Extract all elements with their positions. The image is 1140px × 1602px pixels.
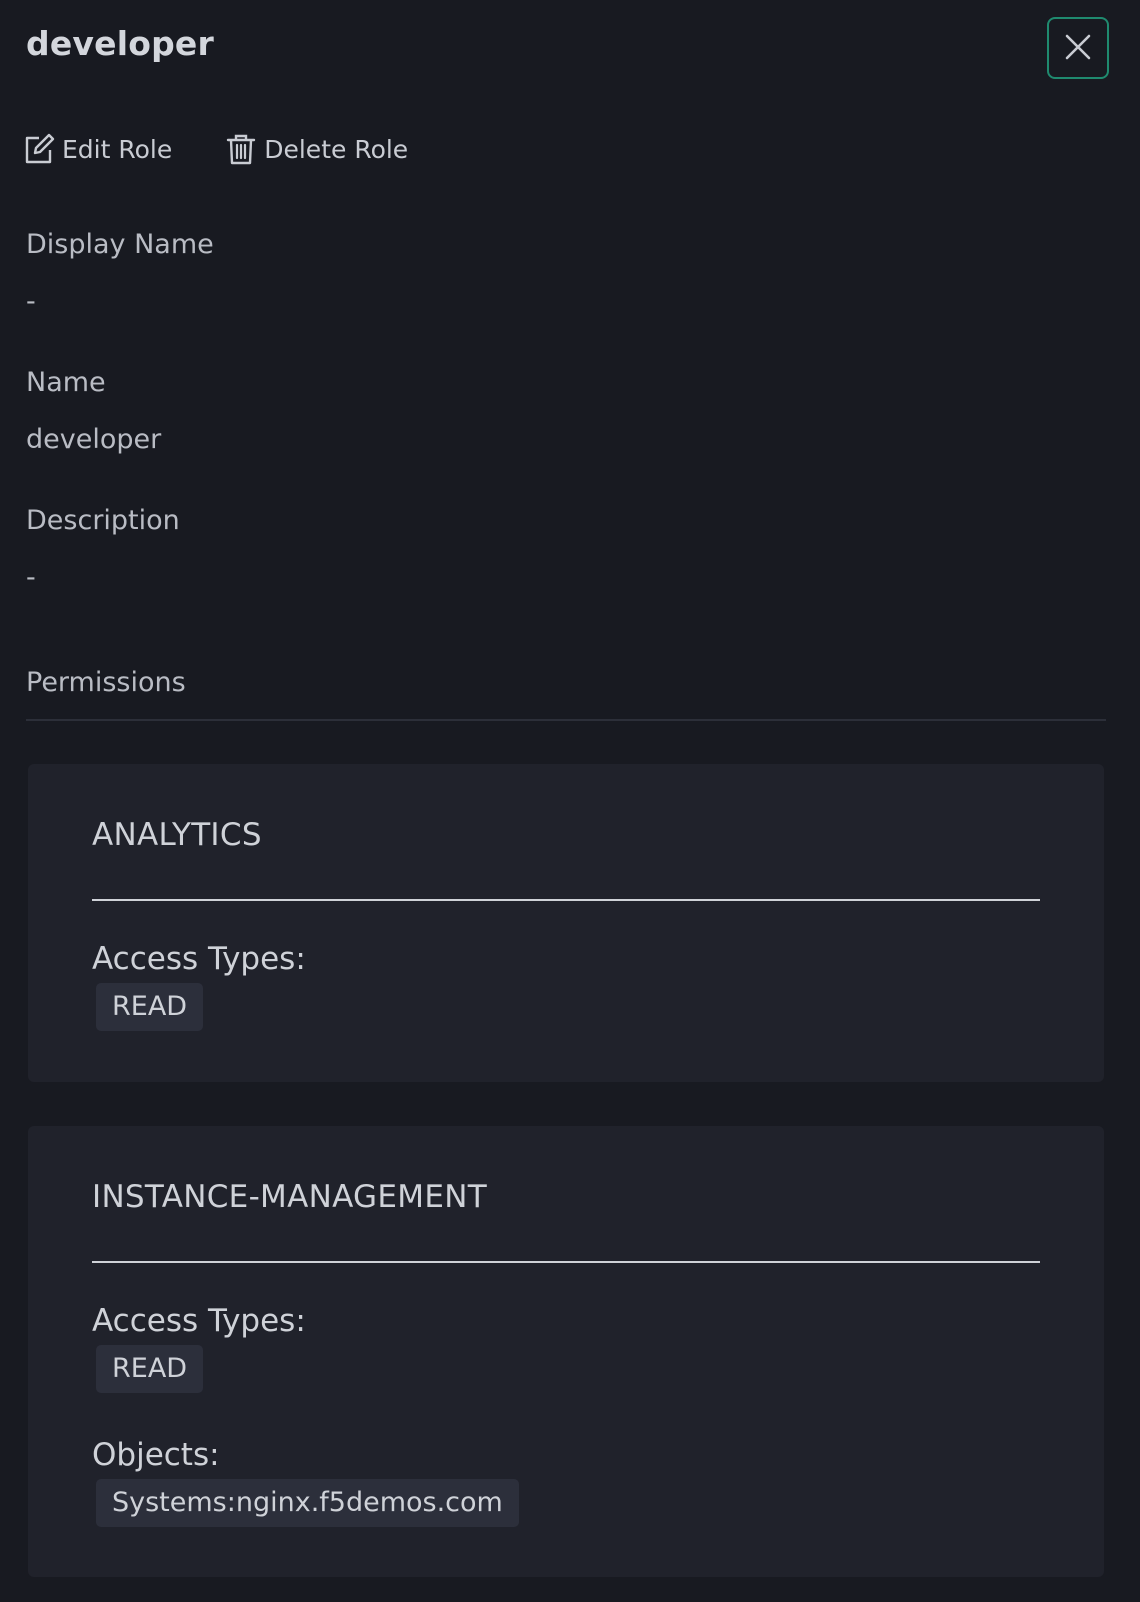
access-types-label: Access Types: — [92, 941, 306, 977]
role-details-panel: developer Edit Role Delete Role Display … — [0, 0, 1140, 1602]
permission-title-rule — [92, 1261, 1040, 1263]
description-label: Description — [26, 505, 180, 536]
name-label: Name — [26, 367, 106, 398]
role-actions: Edit Role Delete Role — [22, 132, 408, 166]
description-value: - — [26, 562, 36, 593]
page-title: developer — [26, 24, 214, 63]
edit-icon — [22, 132, 56, 166]
object-chip: Systems:nginx.f5demos.com — [96, 1479, 519, 1527]
close-icon — [1063, 32, 1093, 65]
permissions-divider — [26, 719, 1106, 721]
permission-title: INSTANCE-MANAGEMENT — [92, 1179, 487, 1215]
permission-card-analytics: ANALYTICS Access Types: READ — [28, 764, 1104, 1082]
close-button[interactable] — [1047, 17, 1109, 79]
display-name-value: - — [26, 286, 36, 317]
trash-icon — [224, 132, 258, 166]
delete-role-label: Delete Role — [264, 134, 409, 164]
objects-label: Objects: — [92, 1437, 220, 1473]
access-type-chip: READ — [96, 983, 204, 1031]
permission-card-instance-management: INSTANCE-MANAGEMENT Access Types: READ O… — [28, 1126, 1104, 1577]
display-name-label: Display Name — [26, 229, 214, 260]
access-type-chip: READ — [96, 1345, 204, 1393]
edit-role-button[interactable]: Edit Role — [22, 132, 172, 166]
permissions-label: Permissions — [26, 667, 186, 698]
access-types-label: Access Types: — [92, 1303, 306, 1339]
permission-title: ANALYTICS — [92, 817, 262, 853]
edit-role-label: Edit Role — [62, 134, 173, 164]
delete-role-button[interactable]: Delete Role — [224, 132, 408, 166]
permission-title-rule — [92, 899, 1040, 901]
name-value: developer — [26, 424, 162, 455]
